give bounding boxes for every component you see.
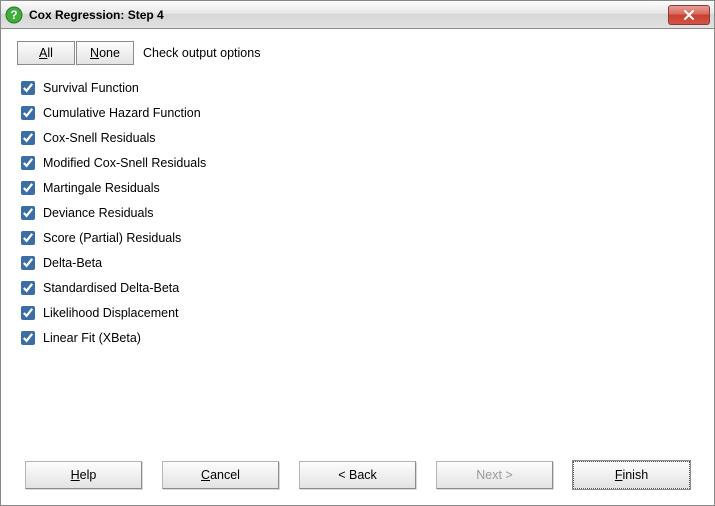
close-icon <box>683 10 695 20</box>
option-row[interactable]: Score (Partial) Residuals <box>21 225 698 250</box>
select-none-button[interactable]: None <box>76 41 134 65</box>
hotkey-char: C <box>201 468 210 482</box>
option-row[interactable]: Cumulative Hazard Function <box>21 100 698 125</box>
option-checkbox[interactable] <box>21 81 35 95</box>
option-label: Deviance Residuals <box>43 206 153 220</box>
option-label: Standardised Delta-Beta <box>43 281 179 295</box>
option-checkbox[interactable] <box>21 281 35 295</box>
client-area: All None Check output options Survival F… <box>1 29 714 505</box>
hotkey-char: < <box>338 468 345 482</box>
finish-button[interactable]: Finish <box>573 461 690 489</box>
hotkey-char: F <box>615 468 623 482</box>
option-label: Survival Function <box>43 81 139 95</box>
option-row[interactable]: Cox-Snell Residuals <box>21 125 698 150</box>
option-checkbox[interactable] <box>21 131 35 145</box>
option-row[interactable]: Linear Fit (XBeta) <box>21 325 698 350</box>
option-checkbox[interactable] <box>21 231 35 245</box>
option-label: Linear Fit (XBeta) <box>43 331 141 345</box>
hotkey-char: > <box>505 468 512 482</box>
titlebar: ? Cox Regression: Step 4 <box>1 1 714 29</box>
option-checkbox[interactable] <box>21 181 35 195</box>
window-close-button[interactable] <box>668 5 710 25</box>
option-row[interactable]: Delta-Beta <box>21 250 698 275</box>
nav-button-bar: Help Cancel < Back Next > Finish <box>17 451 698 505</box>
dialog-window: ? Cox Regression: Step 4 All None Check … <box>0 0 715 506</box>
option-checkbox[interactable] <box>21 206 35 220</box>
next-button: Next > <box>436 461 553 489</box>
options-hint-label: Check output options <box>143 46 260 60</box>
option-label: Cox-Snell Residuals <box>43 131 156 145</box>
option-checkbox[interactable] <box>21 256 35 270</box>
window-title: Cox Regression: Step 4 <box>29 8 668 22</box>
option-row[interactable]: Deviance Residuals <box>21 200 698 225</box>
output-options-list: Survival Function Cumulative Hazard Funct… <box>17 75 698 451</box>
help-question-icon: ? <box>5 6 23 24</box>
help-button[interactable]: Help <box>25 461 142 489</box>
option-row[interactable]: Standardised Delta-Beta <box>21 275 698 300</box>
select-all-button[interactable]: All <box>17 41 75 65</box>
cancel-button[interactable]: Cancel <box>162 461 279 489</box>
option-row[interactable]: Likelihood Displacement <box>21 300 698 325</box>
option-row[interactable]: Martingale Residuals <box>21 175 698 200</box>
btn-rest: one <box>99 46 120 60</box>
option-label: Score (Partial) Residuals <box>43 231 181 245</box>
option-label: Delta-Beta <box>43 256 102 270</box>
option-row[interactable]: Survival Function <box>21 75 698 100</box>
option-label: Modified Cox-Snell Residuals <box>43 156 206 170</box>
option-row[interactable]: Modified Cox-Snell Residuals <box>21 150 698 175</box>
option-checkbox[interactable] <box>21 331 35 345</box>
option-label: Martingale Residuals <box>43 181 160 195</box>
hotkey-char: H <box>71 468 80 482</box>
option-label: Likelihood Displacement <box>43 306 179 320</box>
option-checkbox[interactable] <box>21 106 35 120</box>
svg-text:?: ? <box>10 8 17 22</box>
btn-rest: ll <box>47 46 53 60</box>
back-button[interactable]: < Back <box>299 461 416 489</box>
hotkey-char: N <box>90 46 99 60</box>
option-checkbox[interactable] <box>21 156 35 170</box>
option-checkbox[interactable] <box>21 306 35 320</box>
option-label: Cumulative Hazard Function <box>43 106 201 120</box>
select-buttons-row: All None Check output options <box>17 41 698 65</box>
